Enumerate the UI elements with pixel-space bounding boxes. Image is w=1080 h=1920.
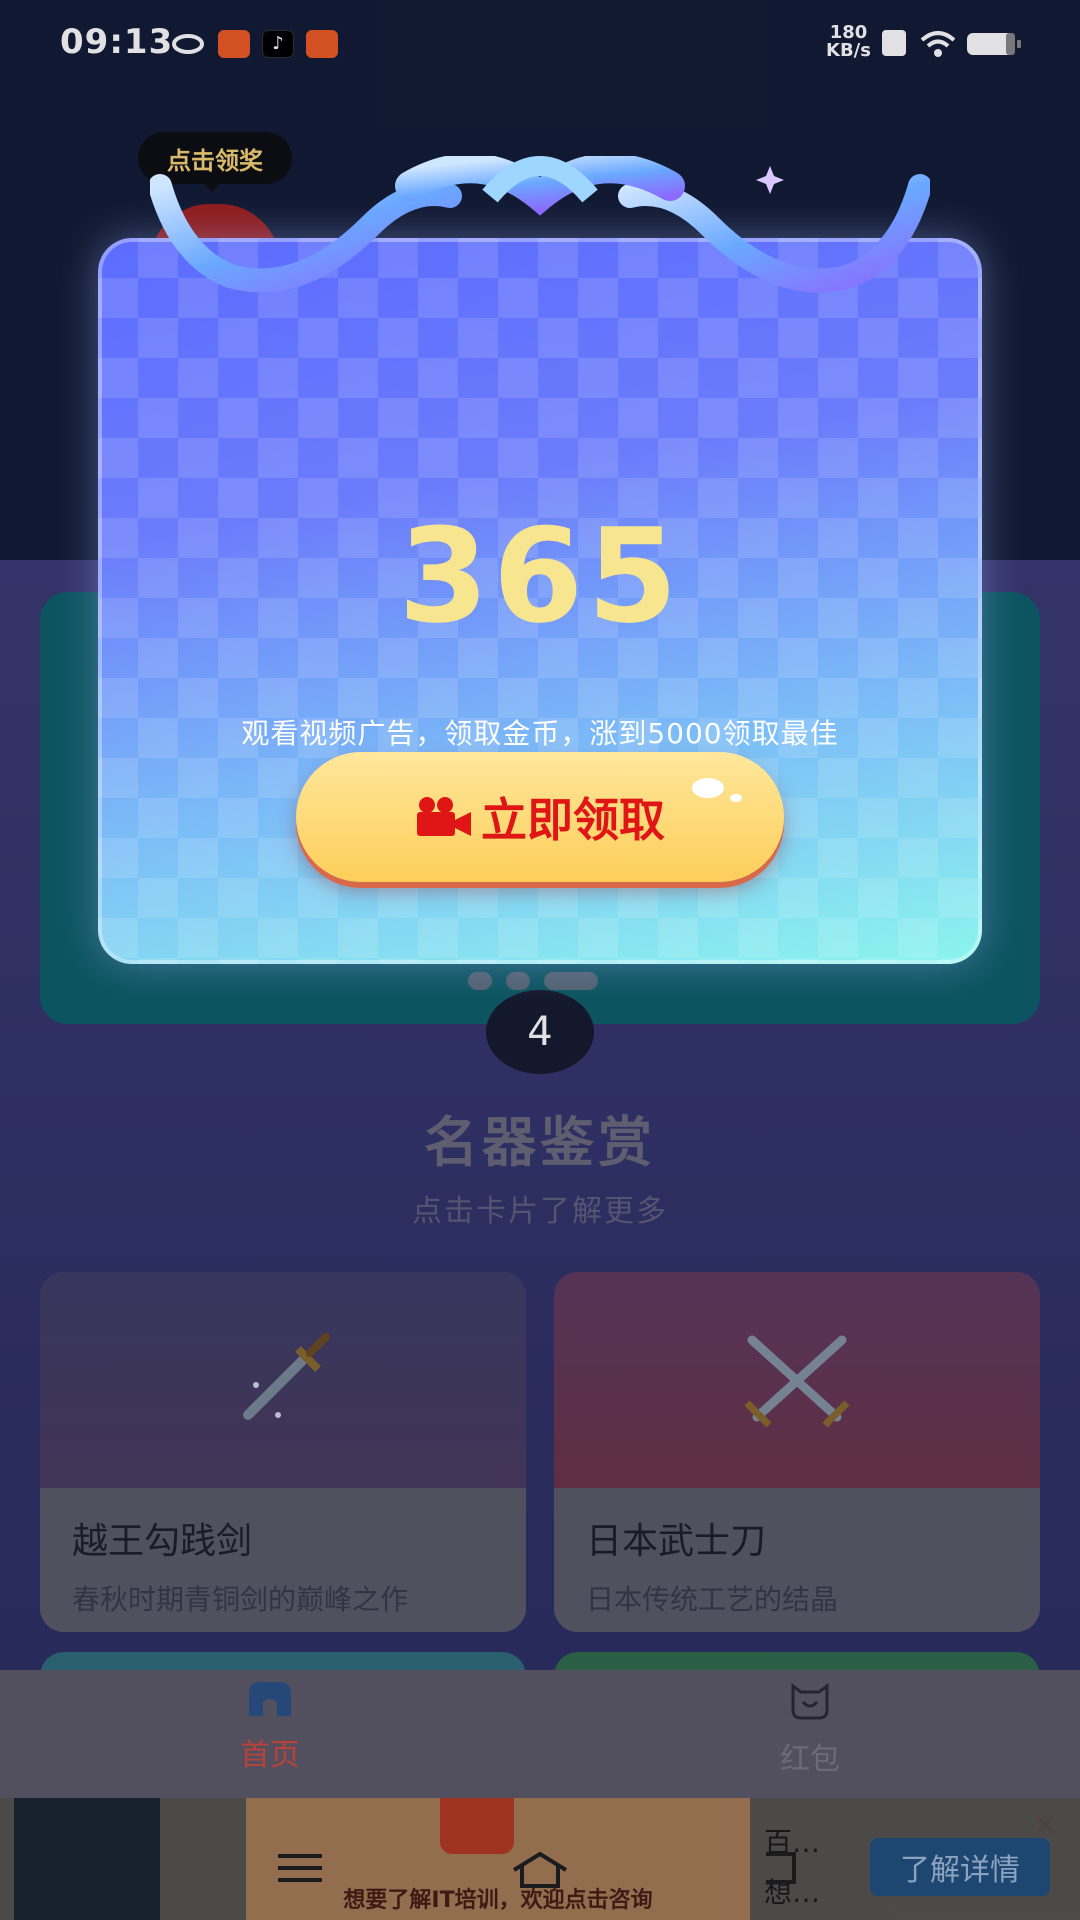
- screen: 4 名器鉴赏 点击卡片了解更多 越王勾践剑 春秋时期青铜剑的巅峰之作 日本武士刀…: [0, 0, 1080, 1920]
- video-camera-icon: [417, 797, 471, 836]
- reward-description: 观看视频广告，领取金币，涨到5000领取最佳: [241, 717, 839, 750]
- button-shine: [692, 778, 724, 798]
- coin-amount: 365: [398, 500, 682, 652]
- claim-button-label: 立即领取: [481, 793, 665, 847]
- claim-now-button[interactable]: 立即领取: [296, 752, 784, 882]
- gift-ribbon-icon: [150, 156, 930, 293]
- reward-popup: 365 观看视频广告，领取金币，涨到5000领取最佳 立即领取: [98, 238, 982, 964]
- button-shine: [730, 794, 742, 802]
